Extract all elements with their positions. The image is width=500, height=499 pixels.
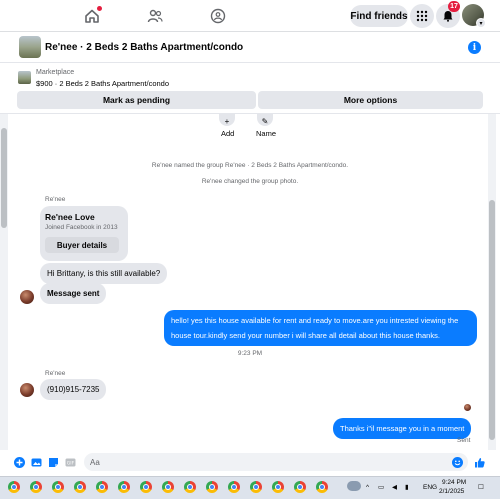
network-icon[interactable]: ▭ <box>378 483 384 491</box>
chrome-taskbar-icon[interactable] <box>316 481 328 493</box>
groups-icon[interactable] <box>206 4 230 28</box>
top-navigation: Find friends 17 ▾ <box>0 0 500 32</box>
group-avatar[interactable] <box>19 36 41 58</box>
like-icon[interactable] <box>474 457 485 468</box>
chrome-taskbar-icon[interactable] <box>118 481 130 493</box>
chrome-taskbar-icon[interactable] <box>30 481 42 493</box>
plus-circle-icon[interactable] <box>14 457 25 468</box>
incoming-message[interactable]: Message sent <box>40 283 107 304</box>
messenger-window: Find friends 17 ▾ Re'nee · 2 Beds 2 Bath… <box>0 0 500 499</box>
message-input[interactable]: Aa <box>84 453 468 471</box>
gif-icon[interactable]: GIF <box>65 457 76 468</box>
chevron-down-icon[interactable]: ▾ <box>476 18 486 28</box>
notification-count-badge: 17 <box>448 1 460 12</box>
more-options-button[interactable]: More options <box>258 91 483 109</box>
taskbar-date[interactable]: 2/1/2025 <box>439 488 464 495</box>
outgoing-message[interactable]: Thanks i"il message you in a moment <box>333 418 472 439</box>
buyer-name: Re'nee Love <box>45 212 95 222</box>
thread-scrollbar-thumb[interactable] <box>489 200 495 440</box>
speaker-icon[interactable]: ◀ <box>392 483 397 491</box>
sender-avatar[interactable] <box>20 383 34 397</box>
sender-name: Re'nee <box>45 196 66 203</box>
chat-header: Re'nee · 2 Beds 2 Baths Apartment/condo … <box>0 33 500 63</box>
chrome-taskbar-icon[interactable] <box>294 481 306 493</box>
weather-icon[interactable] <box>347 481 361 491</box>
seen-avatar <box>464 404 471 411</box>
tray-chevron-up-icon[interactable]: ^ <box>366 484 369 491</box>
home-icon[interactable] <box>80 4 104 28</box>
add-label[interactable]: Add <box>221 129 234 138</box>
chat-title[interactable]: Re'nee · 2 Beds 2 Baths Apartment/condo <box>45 42 243 53</box>
photo-icon[interactable] <box>31 457 42 468</box>
grid-menu-icon[interactable] <box>410 4 434 28</box>
chrome-taskbar-icon[interactable] <box>206 481 218 493</box>
buyer-profile-card: Re'nee Love Joined Facebook in 2013 Buye… <box>40 206 128 261</box>
buyer-details-button[interactable]: Buyer details <box>45 237 119 253</box>
friends-icon[interactable] <box>143 4 167 28</box>
sender-avatar[interactable] <box>20 290 34 304</box>
outgoing-message[interactable]: hello! yes this house available for rent… <box>164 310 477 346</box>
language-indicator[interactable]: ENG <box>423 484 437 491</box>
system-message: Re'nee named the group Re'nee · 2 Beds 2… <box>151 162 349 169</box>
chrome-taskbar-icon[interactable] <box>96 481 108 493</box>
notifications-tray-icon[interactable]: ☐ <box>478 483 484 491</box>
listing-title[interactable]: $900 · 2 Beds 2 Baths Apartment/condo <box>36 79 169 88</box>
marketplace-panel: Marketplace $900 · 2 Beds 2 Baths Apartm… <box>0 63 500 114</box>
message-status: Sent <box>457 437 471 444</box>
name-label[interactable]: Name <box>256 129 276 138</box>
home-notification-dot <box>97 6 102 11</box>
system-message: Re'nee changed the group photo. <box>201 178 299 185</box>
buyer-joined: Joined Facebook in 2013 <box>45 224 118 231</box>
chrome-taskbar-icon[interactable] <box>272 481 284 493</box>
chrome-taskbar-icon[interactable] <box>140 481 152 493</box>
svg-text:GIF: GIF <box>67 461 75 467</box>
chrome-taskbar-icon[interactable] <box>184 481 196 493</box>
chrome-taskbar-icon[interactable] <box>162 481 174 493</box>
battery-icon[interactable]: ▮ <box>405 483 409 491</box>
info-icon[interactable]: i <box>468 41 481 54</box>
marketplace-label: Marketplace <box>36 69 75 76</box>
chrome-taskbar-icon[interactable] <box>228 481 240 493</box>
find-friends-button[interactable]: Find friends <box>350 5 408 27</box>
incoming-message[interactable]: (910)915-7235 <box>40 379 107 400</box>
sender-name: Re'nee <box>45 370 66 377</box>
message-timestamp: 9:23 PM <box>237 350 263 357</box>
emoji-icon[interactable] <box>452 457 463 468</box>
chrome-taskbar-icon[interactable] <box>250 481 262 493</box>
incoming-message[interactable]: Hi Brittany, is this still available? <box>40 263 168 284</box>
chrome-taskbar-icon[interactable] <box>8 481 20 493</box>
listing-thumbnail[interactable] <box>18 71 31 84</box>
chrome-taskbar-icon[interactable] <box>52 481 64 493</box>
taskbar-time[interactable]: 9:24 PM <box>442 479 466 486</box>
sticker-icon[interactable] <box>48 457 59 468</box>
chrome-taskbar-icon[interactable] <box>74 481 86 493</box>
mark-as-pending-button[interactable]: Mark as pending <box>17 91 256 109</box>
